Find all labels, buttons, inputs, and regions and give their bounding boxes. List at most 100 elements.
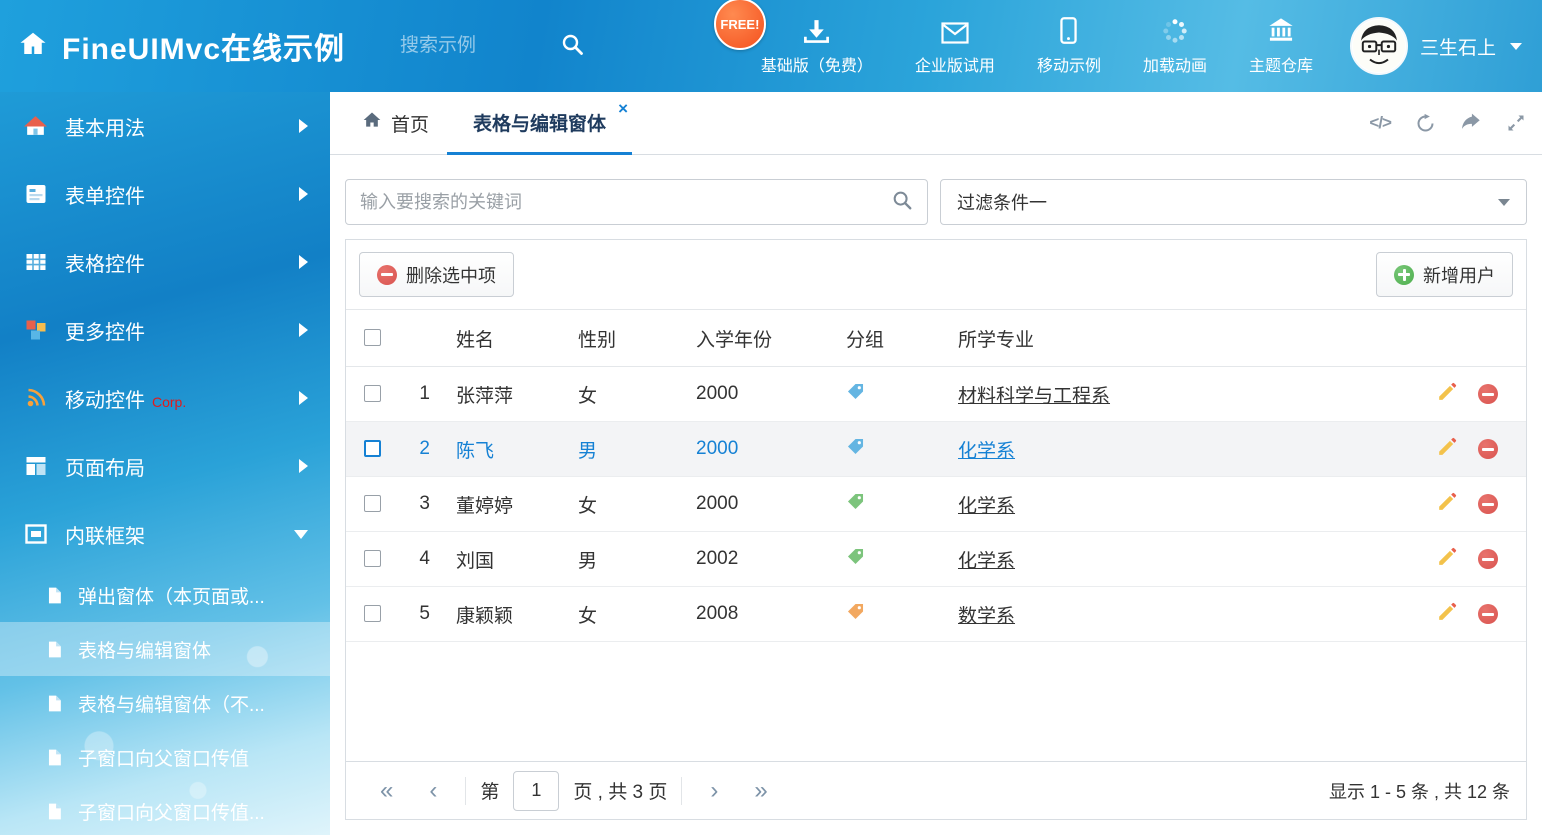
column-actions [1406,310,1526,367]
page-icon [44,694,64,713]
row-checkbox[interactable] [364,605,381,622]
chevron-down-icon [1498,199,1510,206]
column-major: 所学专业 [946,310,1406,367]
sidebar-subitem-grid-edit-window-2[interactable]: 表格与编辑窗体（不... [0,676,330,730]
delete-row-icon[interactable] [1478,384,1498,404]
sidebar-item-form-controls[interactable]: 表单控件 [0,160,330,228]
sidebar-subitem-popup-window[interactable]: 弹出窗体（本页面或... [0,568,330,622]
tab-toolbar: </> [1369,92,1526,154]
select-all-checkbox[interactable] [364,329,381,346]
sidebar-item-page-layout[interactable]: 页面布局 [0,432,330,500]
search-icon[interactable] [891,189,913,216]
table-row[interactable]: 2 陈飞 男 2000 化学系 [346,422,1526,477]
edit-icon[interactable] [1437,381,1458,408]
edit-icon[interactable] [1437,436,1458,463]
form-icon [22,182,49,206]
table-row[interactable]: 1 张萍萍 女 2000 材料科学与工程系 [346,367,1526,422]
home-icon [18,29,48,64]
view-source-icon[interactable]: </> [1369,113,1391,133]
app-logo[interactable]: FineUIMvc在线示例 [18,24,345,68]
filter-dropdown[interactable]: 过滤条件一 [940,179,1527,225]
page-prefix-label: 第 [480,777,499,804]
home-icon [362,110,382,136]
user-menu[interactable]: 三生石上 [1350,17,1522,75]
row-checkbox[interactable] [364,550,381,567]
nav-loading-animation[interactable]: 加载动画 [1122,16,1228,76]
major-link[interactable]: 材料科学与工程系 [958,386,1110,407]
sidebar-item-iframe[interactable]: 内联框架 [0,500,330,568]
sidebar-item-grid-controls[interactable]: 表格控件 [0,228,330,296]
sidebar-subitem-child-to-parent[interactable]: 子窗口向父窗口传值 [0,730,330,784]
grid-toolbar: 删除选中项 新增用户 [346,240,1526,309]
sidebar-subitem-child-to-parent-2[interactable]: 子窗口向父窗口传值... [0,784,330,835]
sidebar-item-label: 移动控件 [65,384,145,413]
sidebar-subitem-grid-edit-window[interactable]: 表格与编辑窗体 [0,622,330,676]
delete-row-icon[interactable] [1478,439,1498,459]
delete-selected-button[interactable]: 删除选中项 [359,252,514,297]
nav-theme-store[interactable]: 主题仓库 [1228,16,1334,76]
table-row[interactable]: 3 董婷婷 女 2000 化学系 [346,477,1526,532]
edit-icon[interactable] [1437,491,1458,518]
mobile-icon [1060,16,1077,44]
close-icon[interactable]: × [618,100,628,117]
refresh-icon[interactable] [1415,113,1436,134]
last-page-button[interactable]: » [736,779,785,803]
column-group: 分组 [834,310,946,367]
tab-label: 首页 [391,110,429,137]
sidebar-subitem-label: 子窗口向父窗口传值... [78,798,265,825]
prev-page-button[interactable]: ‹ [411,779,455,803]
cell-name: 刘国 [444,532,566,587]
tab-grid-edit-window[interactable]: 表格与编辑窗体 × [447,92,632,155]
layout-icon [22,454,49,478]
share-icon[interactable] [1460,112,1482,134]
tag-icon [846,385,865,406]
cell-gender: 女 [566,587,684,642]
page-number-input[interactable] [513,771,559,811]
delete-row-icon[interactable] [1478,604,1498,624]
first-page-button[interactable]: « [362,779,411,803]
row-index: 1 [398,367,444,422]
corp-badge: Corp. [152,394,186,410]
sidebar-subitem-label: 弹出窗体（本页面或... [78,582,265,609]
add-user-button[interactable]: 新增用户 [1376,252,1513,297]
cell-gender: 女 [566,367,684,422]
sidebar-item-label: 更多控件 [65,316,145,345]
row-checkbox[interactable] [364,440,381,457]
keyword-search-box[interactable] [345,179,928,225]
nav-label: 基础版（免费） [761,52,873,76]
delete-row-icon[interactable] [1478,494,1498,514]
main-content: 首页 表格与编辑窗体 × </> [330,92,1542,835]
nav-enterprise-trial[interactable]: 企业版试用 [894,16,1016,76]
nav-basic-free[interactable]: FREE! 基础版（免费） [740,16,894,76]
chevron-right-icon [299,255,308,269]
table-row[interactable]: 5 康颖颖 女 2008 数学系 [346,587,1526,642]
fullscreen-icon[interactable] [1506,113,1526,133]
major-link[interactable]: 化学系 [958,551,1015,572]
search-icon[interactable] [560,32,584,61]
plus-circle-icon [1394,265,1414,285]
row-checkbox[interactable] [364,385,381,402]
major-link[interactable]: 数学系 [958,606,1015,627]
row-checkbox[interactable] [364,495,381,512]
edit-icon[interactable] [1437,601,1458,628]
table-row[interactable]: 4 刘国 男 2002 化学系 [346,532,1526,587]
header-search[interactable] [400,32,584,61]
app-body: 基本用法 表单控件 表格控件 更多控件 [0,92,1542,835]
username: 三生石上 [1420,33,1496,60]
tab-home[interactable]: 首页 [344,92,447,154]
avatar[interactable] [1350,17,1408,75]
header-search-input[interactable] [400,35,560,57]
tag-icon [846,605,865,626]
nav-mobile-demo[interactable]: 移动示例 [1016,16,1122,76]
keyword-search-input[interactable] [360,192,891,213]
edit-icon[interactable] [1437,546,1458,573]
cell-year: 2002 [684,532,834,587]
major-link[interactable]: 化学系 [958,441,1015,462]
major-link[interactable]: 化学系 [958,496,1015,517]
sidebar-item-mobile-controls[interactable]: 移动控件 Corp. [0,364,330,432]
next-page-button[interactable]: › [692,779,736,803]
sidebar-item-more-controls[interactable]: 更多控件 [0,296,330,364]
minus-circle-icon [377,265,397,285]
delete-row-icon[interactable] [1478,549,1498,569]
sidebar-item-basic-usage[interactable]: 基本用法 [0,92,330,160]
